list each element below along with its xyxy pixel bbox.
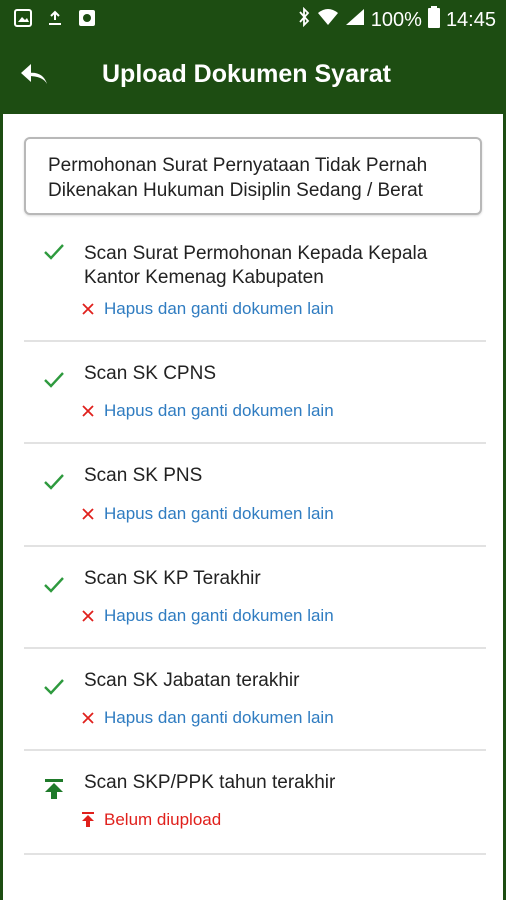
battery-icon xyxy=(427,6,440,34)
not-uploaded-status[interactable]: Belum diupload xyxy=(80,810,221,830)
document-label: Scan SKP/PPK tahun terakhir xyxy=(84,772,336,793)
status-bar: 100% 14:45 xyxy=(0,0,506,36)
request-title-card: Permohonan Surat Pernyataan Tidak Pernah… xyxy=(24,137,482,215)
battery-level: 100% xyxy=(370,8,422,31)
back-arrow-icon xyxy=(19,62,49,91)
document-item: Scan SK CPNS Hapus dan ganti dokumen lai… xyxy=(24,342,486,444)
replace-document-link[interactable]: Hapus dan ganti dokumen lain xyxy=(80,708,334,728)
replace-document-label: Hapus dan ganti dokumen lain xyxy=(104,606,334,625)
check-icon xyxy=(42,675,66,699)
document-label: Scan SK Jabatan terakhir xyxy=(84,670,300,691)
replace-document-link[interactable]: Hapus dan ganti dokumen lain xyxy=(80,401,334,421)
replace-document-label: Hapus dan ganti dokumen lain xyxy=(104,299,334,318)
close-icon xyxy=(80,506,96,522)
document-item: Scan SK PNS Hapus dan ganti dokumen lain xyxy=(24,444,486,547)
close-icon xyxy=(80,403,96,419)
replace-document-link[interactable]: Hapus dan ganti dokumen lain xyxy=(80,299,334,319)
replace-document-link[interactable]: Hapus dan ganti dokumen lain xyxy=(80,606,334,626)
close-icon xyxy=(80,608,96,624)
back-button[interactable] xyxy=(14,58,54,94)
bluetooth-icon xyxy=(297,6,311,33)
request-title: Permohonan Surat Pernyataan Tidak Pernah… xyxy=(48,155,428,201)
document-list-container: Permohonan Surat Pernyataan Tidak Pernah… xyxy=(3,114,503,900)
upload-status-icon xyxy=(80,812,96,828)
upload-icon[interactable] xyxy=(42,777,66,801)
image-icon xyxy=(14,9,32,27)
check-icon xyxy=(42,573,66,597)
download-icon xyxy=(46,9,64,27)
document-label: Scan Surat Permohonan Kepada Kepala Kant… xyxy=(84,243,428,288)
replace-document-label: Hapus dan ganti dokumen lain xyxy=(104,401,334,420)
document-item[interactable]: Scan SKP/PPK tahun terakhir Belum diuplo… xyxy=(24,751,486,855)
page-title: Upload Dokumen Syarat xyxy=(102,60,391,88)
app-bar: Upload Dokumen Syarat xyxy=(0,36,506,114)
document-item: Scan SK Jabatan terakhir Hapus dan ganti… xyxy=(24,649,486,751)
check-icon xyxy=(42,240,66,264)
store-icon xyxy=(78,9,96,27)
document-label: Scan SK PNS xyxy=(84,465,203,486)
replace-document-label: Hapus dan ganti dokumen lain xyxy=(104,504,334,523)
document-label: Scan SK KP Terakhir xyxy=(84,568,261,589)
replace-document-link[interactable]: Hapus dan ganti dokumen lain xyxy=(80,504,334,524)
check-icon xyxy=(42,368,66,392)
check-icon xyxy=(42,470,66,494)
document-item: Scan SK KP Terakhir Hapus dan ganti doku… xyxy=(24,547,486,649)
signal-icon xyxy=(345,8,365,32)
replace-document-label: Hapus dan ganti dokumen lain xyxy=(104,708,334,727)
wifi-icon xyxy=(317,8,339,32)
not-uploaded-label: Belum diupload xyxy=(104,810,222,829)
document-item: Scan Surat Permohonan Kepada Kepala Kant… xyxy=(24,218,486,342)
document-label: Scan SK CPNS xyxy=(84,363,216,384)
clock: 14:45 xyxy=(445,8,496,31)
close-icon xyxy=(80,301,96,317)
close-icon xyxy=(80,710,96,726)
